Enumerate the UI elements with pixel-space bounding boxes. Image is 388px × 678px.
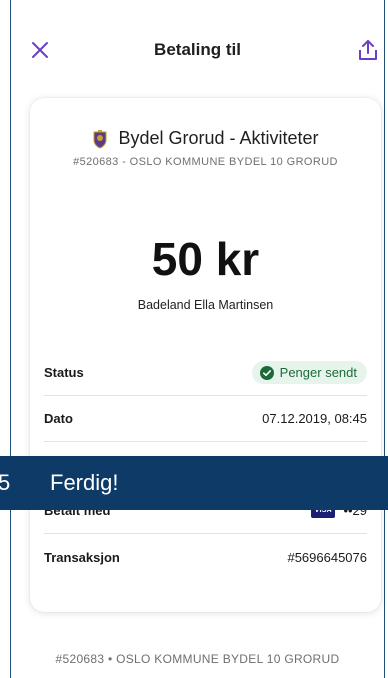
transaction-row: Transaksjon #5696645076: [44, 534, 367, 580]
footer-merchant-info: #520683 • OSLO KOMMUNE BYDEL 10 GRORUD: [55, 652, 340, 666]
share-button[interactable]: [356, 37, 380, 63]
transaction-value: #5696645076: [287, 549, 367, 565]
page-title: Betaling til: [154, 40, 241, 59]
frame-border-right: [384, 0, 385, 678]
receipt-card: Bydel Grorud - Aktiviteter #520683 - OSL…: [30, 98, 381, 612]
share-icon: [359, 40, 377, 60]
date-label: Dato: [44, 411, 73, 426]
merchant-subtitle: #520683 - OSLO KOMMUNE BYDEL 10 GRORUD: [73, 156, 338, 168]
coat-of-arms-icon: [93, 129, 107, 149]
status-value: Penger sendt: [279, 365, 357, 380]
status-row: Status Penger sendt: [44, 350, 367, 396]
merchant-header: Bydel Grorud - Aktiviteter: [30, 128, 381, 149]
merchant-name: Bydel Grorud - Aktiviteter: [118, 128, 319, 148]
frame-border-left: [10, 0, 11, 678]
transaction-label: Transaksjon: [44, 549, 120, 565]
date-row: Dato 07.12.2019, 08:45: [44, 396, 367, 442]
status-label: Status: [44, 365, 84, 380]
banner-text: Ferdig!: [50, 470, 119, 495]
payment-amount: 50 kr: [151, 233, 260, 285]
date-value: 07.12.2019, 08:45: [262, 411, 367, 426]
status-badge: Penger sendt: [251, 361, 367, 384]
banner-step-number: 5: [0, 470, 11, 495]
payment-message: Badeland Ella Martinsen: [137, 298, 274, 312]
step-banner: 5 Ferdig!: [0, 456, 388, 510]
top-bar: Betaling til: [10, 0, 385, 100]
check-circle-icon: [259, 365, 274, 380]
